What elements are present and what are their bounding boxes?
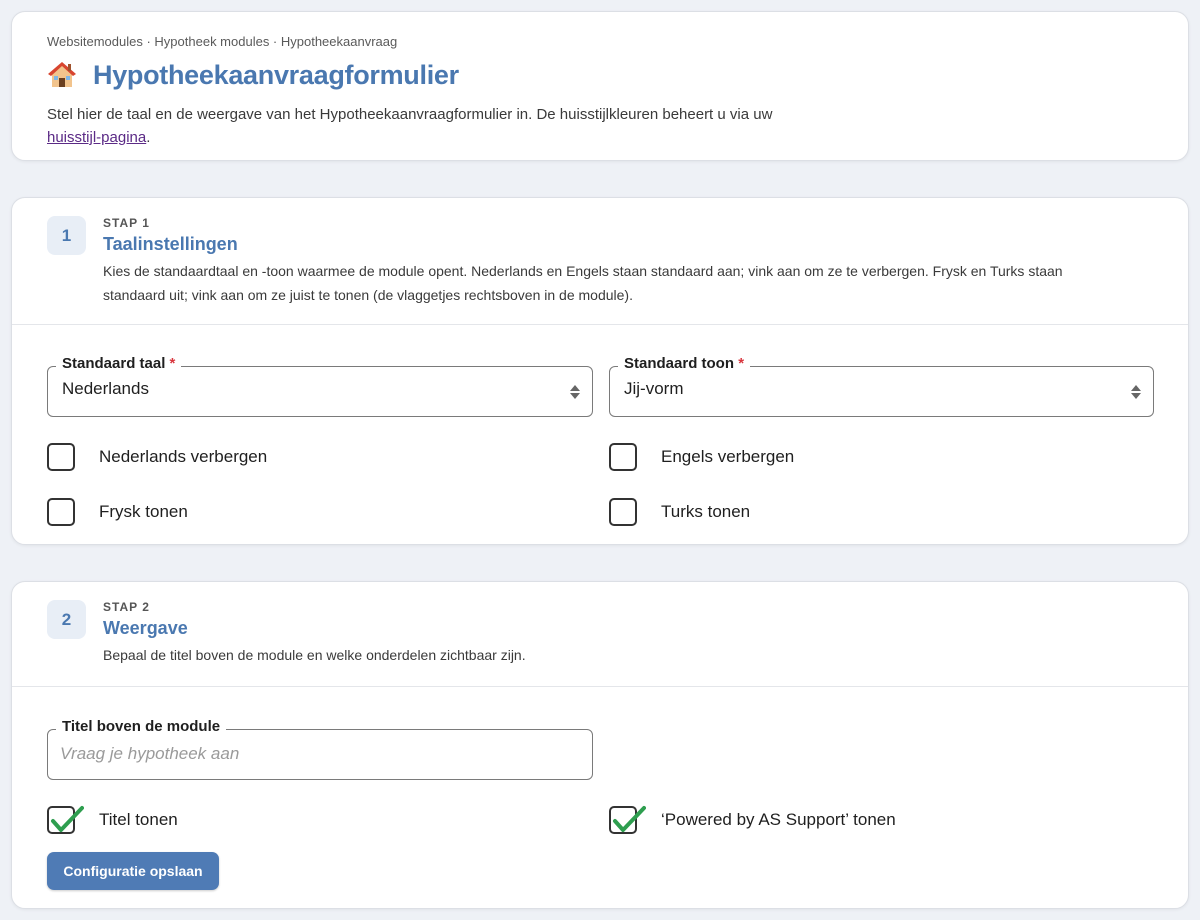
save-configuration-button[interactable]: Configuratie opslaan [47,852,219,890]
checkmark-icon [51,806,84,832]
module-title-label: Titel boven de module [56,718,227,735]
default-language-value: Nederlands [62,379,149,398]
hide-english-checkbox-row[interactable]: Engels verbergen [609,443,794,471]
default-language-select[interactable]: Standaard taal * Nederlands [47,355,593,417]
page-title-row: Hypotheekaanvraagformulier [47,57,1153,93]
module-title-input[interactable]: Vraag je hypotheek aan [60,744,239,764]
default-tone-label: Standaard toon * [618,355,751,372]
show-powered-by-checkbox-row[interactable]: ‘Powered by AS Support’ tonen [609,806,896,834]
show-frisian-label: Frysk tonen [99,502,188,521]
header-card: Websitemodules · Hypotheek modules · Hyp… [11,11,1189,161]
step2-divider [12,686,1188,687]
huisstijl-link[interactable]: huisstijl-pagina [47,129,146,146]
intro-text-main: Stel hier de taal en de weergave van het… [47,106,773,123]
step2-header: 2 STAP 2 Weergave Bepaal de titel boven … [12,582,1188,667]
required-marker: * [738,355,745,372]
show-turkish-checkbox[interactable] [609,498,637,526]
show-title-checkbox[interactable] [47,806,84,834]
show-frisian-checkbox[interactable] [47,498,75,526]
show-title-checkbox-row[interactable]: Titel tonen [47,806,178,834]
breadcrumb: Websitemodules · Hypotheek modules · Hyp… [47,34,398,49]
page-title: Hypotheekaanvraagformulier [93,59,459,90]
step2-title: Weergave [103,618,188,638]
select-arrows-icon [1131,385,1141,399]
show-turkish-label: Turks tonen [661,502,751,521]
default-tone-value: Jij-vorm [624,379,684,398]
intro-text: Stel hier de taal en de weergave van het… [47,103,807,149]
step1-header: 1 STAP 1 Taalinstellingen Kies de standa… [12,198,1188,307]
show-title-label: Titel tonen [99,810,178,829]
step2-kicker: STAP 2 [103,600,150,614]
step2-description: Bepaal de titel boven de module en welke… [103,647,526,663]
show-turkish-checkbox-row[interactable]: Turks tonen [609,498,750,526]
default-language-label: Standaard taal * [56,355,182,372]
hide-english-label: Engels verbergen [661,447,795,466]
checkmark-icon [613,806,646,832]
show-frisian-checkbox-row[interactable]: Frysk tonen [47,498,188,526]
intro-text-end: . [146,129,151,146]
hide-dutch-checkbox-row[interactable]: Nederlands verbergen [47,443,267,471]
hide-dutch-label: Nederlands verbergen [99,447,268,466]
house-icon [48,62,76,87]
step1-description: Kies de standaardtaal en -toon waarmee d… [103,263,1063,303]
step2-badge: 2 [47,600,86,639]
step1-divider [12,324,1188,325]
select-arrows-icon [570,385,580,399]
show-powered-by-checkbox[interactable] [609,806,646,834]
hide-english-checkbox[interactable] [609,443,637,471]
hide-dutch-checkbox[interactable] [47,443,75,471]
default-language-label-text: Standaard taal [62,355,166,372]
default-tone-select[interactable]: Standaard toon * Jij-vorm [609,355,1154,417]
step1-title: Taalinstellingen [103,234,238,254]
step2-card: 2 STAP 2 Weergave Bepaal de titel boven … [11,581,1189,909]
module-title-field[interactable]: Titel boven de module Vraag je hypotheek… [47,718,593,780]
step1-kicker: STAP 1 [103,216,150,230]
default-tone-label-text: Standaard toon [624,355,735,372]
step1-badge: 1 [47,216,86,255]
show-powered-by-label: ‘Powered by AS Support’ tonen [661,810,896,829]
step1-card: 1 STAP 1 Taalinstellingen Kies de standa… [11,197,1189,545]
required-marker: * [169,355,176,372]
